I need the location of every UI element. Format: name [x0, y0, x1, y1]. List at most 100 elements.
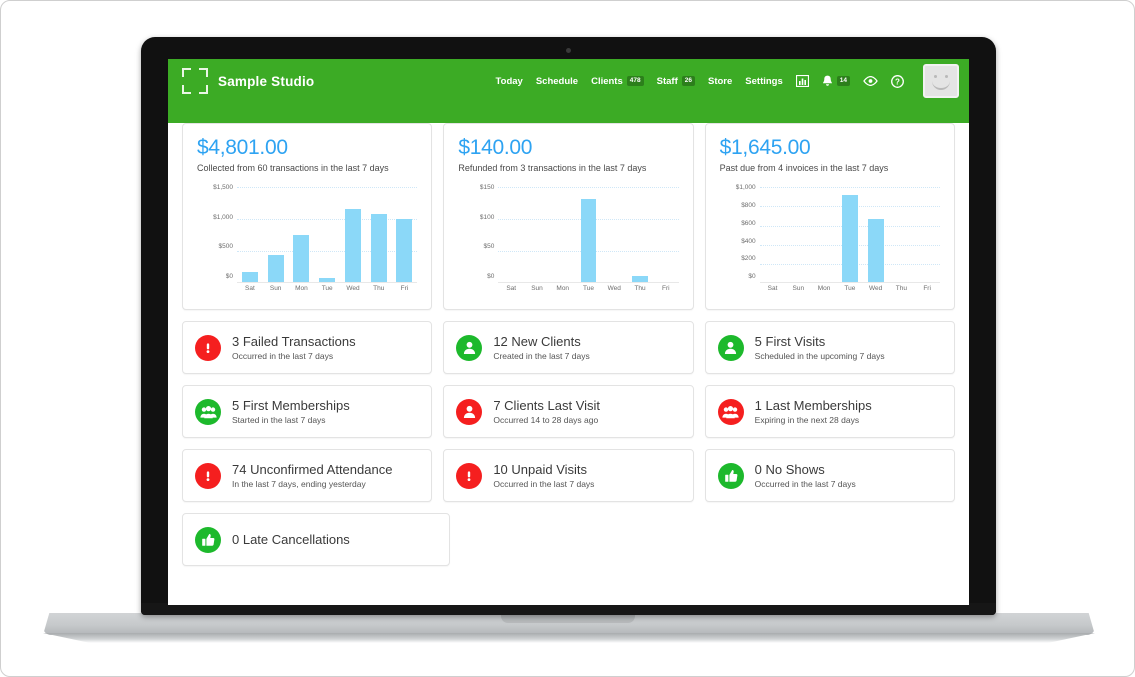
y-axis-tick: $1,000 — [735, 184, 756, 192]
bar[interactable] — [344, 208, 361, 283]
bar-slot[interactable] — [498, 187, 524, 282]
stat-card[interactable]: 74 Unconfirmed Attendance In the last 7 d… — [182, 449, 433, 503]
x-axis-tick: Thu — [895, 285, 907, 293]
y-axis: $1,000 $800 $600 $400 $200 $0 — [720, 184, 756, 283]
bar[interactable] — [293, 235, 310, 283]
bar-slot[interactable] — [627, 187, 653, 283]
stat-title: 10 Unpaid Visits — [493, 461, 588, 477]
bar-slot[interactable] — [785, 187, 811, 282]
person-icon — [456, 398, 483, 425]
grid-spacer — [461, 513, 703, 566]
crop-frame-icon — [182, 68, 208, 94]
bar[interactable] — [396, 219, 413, 283]
bar[interactable] — [580, 198, 597, 283]
bar-slot[interactable] — [263, 187, 289, 283]
bar[interactable] — [867, 218, 884, 283]
reports-chart-icon[interactable] — [795, 75, 809, 87]
bar-slot[interactable] — [550, 187, 576, 282]
x-axis: Sat Sun Mon Tue Wed Thu Fri — [498, 285, 678, 292]
chart-row: $4,801.00 Collected from 60 transactions … — [182, 123, 955, 311]
x-axis-tick: Sat — [506, 285, 517, 293]
y-axis-tick: $400 — [741, 237, 756, 245]
stat-card[interactable]: 0 No Shows Occurred in the last 7 days — [704, 449, 955, 503]
stat-title: 12 New Clients — [493, 333, 581, 349]
x-axis-tick: Wed — [607, 285, 621, 293]
screenshot-root: Sample Studio Today Schedule Clients 478… — [0, 0, 1135, 677]
bar-slot[interactable] — [366, 187, 392, 283]
nav-item-staff[interactable]: Staff 26 — [657, 76, 695, 87]
bar-slot[interactable] — [863, 187, 889, 283]
stat-card[interactable]: 3 Failed Transactions Occurred in the las… — [182, 321, 433, 375]
stat-card[interactable]: 1 Last Memberships Expiring in the next 2… — [704, 385, 955, 439]
plot — [498, 187, 679, 284]
stat-text: 0 Late Cancellations — [232, 532, 350, 548]
bar-slot[interactable] — [811, 187, 837, 282]
dashboard-content: $4,801.00 Collected from 60 transactions … — [168, 123, 969, 567]
people-group-icon — [195, 398, 221, 425]
bar[interactable] — [241, 271, 258, 283]
chart-subtitle: Collected from 60 transactions in the la… — [197, 163, 389, 174]
nav-item-today[interactable]: Today — [496, 76, 523, 87]
stat-card[interactable]: 12 New Clients Created in the last 7 days — [443, 321, 694, 375]
help-question-icon[interactable]: ? — [891, 74, 904, 88]
laptop-lid: Sample Studio Today Schedule Clients 478… — [141, 37, 996, 615]
plot — [237, 187, 418, 284]
laptop-base-foot — [43, 633, 1095, 643]
stat-card[interactable]: 0 Late Cancellations — [182, 513, 450, 567]
stat-subtitle: In the last 7 days, ending yesterday — [232, 479, 366, 490]
stat-subtitle: Occurred 14 to 28 days ago — [493, 415, 599, 426]
stat-text: 74 Unconfirmed Attendance In the last 7 d… — [232, 462, 392, 490]
bar[interactable] — [370, 214, 387, 283]
chart-plot-area: $150 $100 $50 $0 Sat Sun Mon Tue Wed Thu Fri — [458, 184, 679, 299]
stat-subtitle: Expiring in the next 28 days — [754, 415, 860, 426]
notification-count-badge: 14 — [836, 76, 850, 86]
y-axis-tick: $600 — [741, 219, 756, 227]
bar-slot[interactable] — [314, 187, 340, 283]
stat-title: 5 First Visits — [754, 333, 826, 349]
user-avatar[interactable] — [923, 64, 959, 98]
stat-card[interactable]: 7 Clients Last Visit Occurred 14 to 28 da… — [443, 385, 694, 439]
bar-slot[interactable] — [888, 187, 914, 282]
bar[interactable] — [841, 194, 858, 283]
chart-card: $1,645.00 Past due from 4 invoices in the… — [704, 123, 955, 311]
alert-exclamation-icon — [195, 462, 221, 489]
bar-slot[interactable] — [392, 187, 418, 283]
header-spacer — [168, 103, 969, 123]
alert-exclamation-icon — [456, 462, 483, 489]
nav-item-clients[interactable]: Clients 478 — [591, 76, 644, 87]
nav-item-store[interactable]: Store — [708, 76, 732, 87]
stat-title: 5 First Memberships — [232, 397, 350, 413]
stat-row: 3 Failed Transactions Occurred in the las… — [182, 321, 955, 375]
bar-slot[interactable] — [524, 187, 550, 282]
nav-item-settings[interactable]: Settings — [745, 76, 782, 87]
bar[interactable] — [632, 275, 649, 283]
chart-subtitle: Refunded from 3 transactions in the last… — [458, 163, 647, 174]
stat-card[interactable]: 5 First Visits Scheduled in the upcoming … — [704, 321, 955, 375]
bar-slot[interactable] — [837, 187, 863, 283]
chart-card: $4,801.00 Collected from 60 transactions … — [182, 123, 433, 311]
bar-slot[interactable] — [237, 187, 263, 283]
bar[interactable] — [319, 278, 336, 283]
x-axis-tick: Fri — [662, 285, 670, 293]
x-axis-tick: Sat — [767, 285, 778, 293]
stat-title: 74 Unconfirmed Attendance — [232, 461, 393, 477]
bar-slot[interactable] — [340, 187, 366, 283]
bar-slot[interactable] — [653, 187, 679, 282]
bar-slot[interactable] — [760, 187, 786, 282]
y-axis-tick: $50 — [483, 243, 495, 251]
bar-series — [760, 187, 940, 283]
brand[interactable]: Sample Studio — [182, 68, 314, 94]
y-axis-tick: $200 — [741, 255, 756, 263]
bar-slot[interactable] — [289, 187, 315, 283]
avatar-mouth — [932, 81, 950, 90]
bar-slot[interactable] — [914, 187, 940, 282]
bar-slot[interactable] — [576, 187, 602, 283]
bar-slot[interactable] — [601, 187, 627, 282]
stat-row-partial: 0 Late Cancellations — [182, 513, 955, 567]
stat-card[interactable]: 5 First Memberships Started in the last 7… — [182, 385, 433, 439]
nav-item-schedule[interactable]: Schedule — [536, 76, 578, 87]
bar[interactable] — [267, 254, 284, 283]
notifications-bell-icon[interactable]: 14 — [822, 75, 850, 88]
stat-card[interactable]: 10 Unpaid Visits Occurred in the last 7 d… — [443, 449, 694, 503]
eye-preview-icon[interactable] — [863, 76, 878, 86]
